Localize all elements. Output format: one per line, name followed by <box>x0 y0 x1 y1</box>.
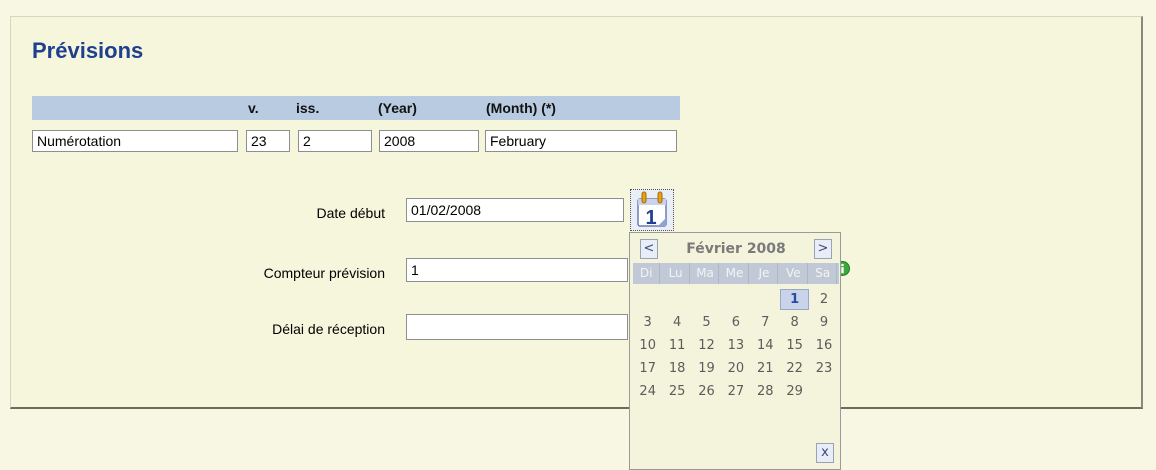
date-debut-label: Date début <box>316 205 386 221</box>
weekday-lu: Lu <box>662 263 690 284</box>
day-27[interactable]: 27 <box>721 380 750 403</box>
header-iss: iss. <box>296 100 320 116</box>
day-29[interactable]: 29 <box>780 380 809 403</box>
numerotation-field[interactable] <box>32 130 238 152</box>
day-6[interactable]: 6 <box>721 311 750 334</box>
close-calendar-button[interactable]: x <box>816 443 834 463</box>
day-20[interactable]: 20 <box>721 357 750 380</box>
day-1[interactable]: 1 <box>779 289 810 310</box>
day-25[interactable]: 25 <box>662 380 691 403</box>
weekday-je: Je <box>751 263 779 284</box>
numbering-table-header: v. iss. (Year) (Month) (*) <box>32 96 680 120</box>
week-row: 10 11 12 13 14 15 16 <box>633 334 839 357</box>
empty-day <box>692 288 721 311</box>
week-row: 17 18 19 20 21 22 23 <box>633 357 839 380</box>
weekday-me: Me <box>721 263 749 284</box>
day-15[interactable]: 15 <box>780 334 809 357</box>
day-3[interactable]: 3 <box>633 311 662 334</box>
day-28[interactable]: 28 <box>751 380 780 403</box>
day-2[interactable]: 2 <box>809 288 838 311</box>
datepicker-popup: < Février 2008 > Di Lu Ma Me Je Ve Sa 12345678… <box>629 232 841 470</box>
empty-day <box>662 288 691 311</box>
day-9[interactable]: 9 <box>809 311 838 334</box>
month-field[interactable] <box>485 130 677 152</box>
volume-field[interactable] <box>246 130 290 152</box>
day-21[interactable]: 21 <box>751 357 780 380</box>
week-row: 3456789 <box>633 311 839 334</box>
weekday-di: Di <box>633 263 661 284</box>
day-7[interactable]: 7 <box>751 311 780 334</box>
calendar-button[interactable]: 1 <box>630 189 674 231</box>
weekday-ma: Ma <box>692 263 720 284</box>
issue-field[interactable] <box>298 130 372 152</box>
compteur-prevision-label: Compteur prévision <box>263 265 385 281</box>
delai-reception-label: Délai de réception <box>272 321 385 337</box>
day-10[interactable]: 10 <box>633 334 662 357</box>
day-26[interactable]: 26 <box>692 380 721 403</box>
empty-day <box>633 288 662 311</box>
day-22[interactable]: 22 <box>780 357 809 380</box>
weekday-header: Di Lu Ma Me Je Ve Sa <box>633 263 839 284</box>
day-16[interactable]: 16 <box>809 334 838 357</box>
day-23[interactable]: 23 <box>809 357 838 380</box>
day-11[interactable]: 11 <box>662 334 691 357</box>
weekday-ve: Ve <box>780 263 808 284</box>
compteur-prevision-field[interactable] <box>406 258 628 282</box>
header-v: v. <box>248 100 259 116</box>
page-title: Prévisions <box>32 38 144 63</box>
day-grid: 1 2 3 4 5 6 7 8 9 10 11 12 13 14 15 16 17 18 19 20 21 22 23 24 2… <box>633 288 839 403</box>
day-13[interactable]: 13 <box>721 334 750 357</box>
calendar-digit: 1 <box>645 207 656 229</box>
week-row: 24 25 26 27 28 29 <box>633 380 839 403</box>
weekday-sa: Sa <box>810 263 837 284</box>
month-label: Février 2008 <box>686 241 786 257</box>
day-18[interactable]: 18 <box>662 357 691 380</box>
day-4[interactable]: 4 <box>662 311 691 334</box>
prev-month-button[interactable]: < <box>640 239 658 259</box>
empty-day <box>809 380 838 403</box>
next-month-button[interactable]: > <box>814 239 832 259</box>
delai-reception-field[interactable] <box>406 314 628 340</box>
day-14[interactable]: 14 <box>751 334 780 357</box>
calendar-icon: 1 <box>637 191 667 229</box>
day-17[interactable]: 17 <box>633 357 662 380</box>
header-year: (Year) <box>378 100 417 116</box>
day-12[interactable]: 12 <box>692 334 721 357</box>
day-8[interactable]: 8 <box>780 311 809 334</box>
day-24[interactable]: 24 <box>633 380 662 403</box>
week-row: 12 <box>633 288 839 311</box>
header-month: (Month) (*) <box>486 100 556 116</box>
empty-day <box>721 288 750 311</box>
empty-day <box>751 288 780 311</box>
day-5[interactable]: 5 <box>692 311 721 334</box>
year-field[interactable] <box>379 130 479 152</box>
date-debut-field[interactable] <box>406 198 624 222</box>
day-19[interactable]: 19 <box>692 357 721 380</box>
